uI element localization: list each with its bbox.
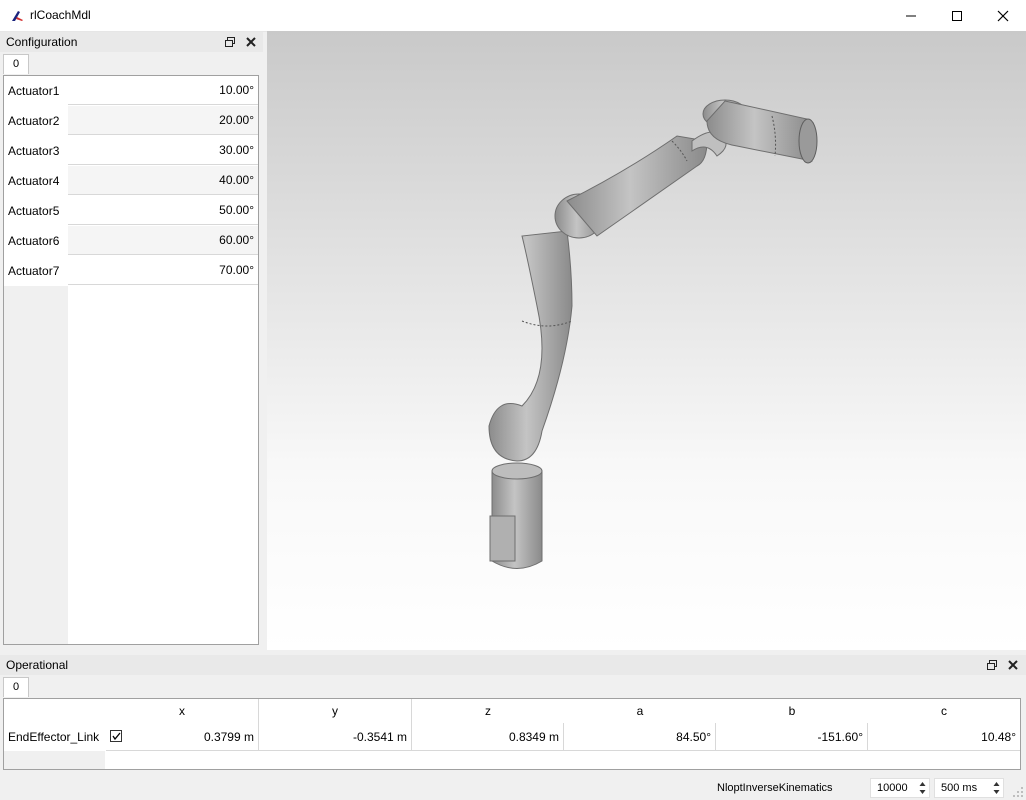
b-value[interactable]: -151.60° <box>716 723 868 751</box>
resize-grip-icon[interactable] <box>1012 786 1024 798</box>
configuration-tab[interactable]: 0 <box>3 54 29 74</box>
close-icon <box>997 10 1009 21</box>
iterations-spinbox[interactable]: 10000 <box>870 778 930 798</box>
configuration-table: Actuator1 10.00° Actuator2 20.00° Actuat… <box>3 75 259 645</box>
actuator-value[interactable]: 60.00° <box>68 226 258 255</box>
a-value[interactable]: 84.50° <box>564 723 716 751</box>
row-label: Actuator6 <box>4 226 68 256</box>
column-header-z[interactable]: z <box>412 699 565 723</box>
z-value[interactable]: 0.8349 m <box>412 723 564 751</box>
column-header-a[interactable]: a <box>564 699 717 723</box>
c-value[interactable]: 10.48° <box>868 723 1020 751</box>
duration-spinbox[interactable]: 500 ms <box>934 778 1004 798</box>
close-button[interactable] <box>980 0 1026 31</box>
operational-panel-title: Operational <box>6 658 69 672</box>
spin-arrows-icon[interactable] <box>993 781 1000 795</box>
row-label: Actuator5 <box>4 196 68 226</box>
row-label: Actuator2 <box>4 106 68 136</box>
row-label: Actuator7 <box>4 256 68 286</box>
table-row: Actuator1 10.00° <box>4 76 258 106</box>
actuator-value[interactable]: 50.00° <box>68 196 258 225</box>
table-row: Actuator7 70.00° <box>4 256 258 286</box>
float-icon[interactable] <box>224 36 236 48</box>
operational-panel-header: Operational <box>0 655 1026 675</box>
x-value-cell[interactable]: 0.3799 m <box>106 723 259 751</box>
maximize-button[interactable] <box>934 0 980 31</box>
checkmark-icon <box>112 732 121 741</box>
actuator-value[interactable]: 10.00° <box>68 76 258 105</box>
table-row: Actuator6 60.00° <box>4 226 258 256</box>
row-label: Actuator1 <box>4 76 68 106</box>
window-title: rlCoachMdl <box>30 8 91 22</box>
corner-header <box>4 699 105 723</box>
title-bar: rlCoachMdl <box>0 0 1026 32</box>
x-value: 0.3799 m <box>203 730 254 744</box>
operational-table: x y z a b c EndEffector_Link 0.3799 m -0… <box>3 698 1021 770</box>
column-header-y[interactable]: y <box>259 699 412 723</box>
table-row: Actuator2 20.00° <box>4 106 258 136</box>
actuator-value[interactable]: 40.00° <box>68 166 258 195</box>
operational-tab[interactable]: 0 <box>3 677 29 697</box>
configuration-panel-header: Configuration <box>0 32 263 52</box>
row-label: EndEffector_Link <box>4 723 105 751</box>
table-row: Actuator3 30.00° <box>4 136 258 166</box>
robot-arm-model <box>488 99 818 569</box>
column-header-x[interactable]: x <box>106 699 259 723</box>
close-panel-icon[interactable] <box>1007 659 1019 671</box>
iterations-value: 10000 <box>877 782 908 794</box>
spin-arrows-icon[interactable] <box>919 781 926 795</box>
duration-value: 500 ms <box>941 782 978 794</box>
actuator-value[interactable]: 70.00° <box>68 256 258 285</box>
configuration-panel-title: Configuration <box>6 35 78 49</box>
column-header-b[interactable]: b <box>716 699 869 723</box>
row-label: Actuator3 <box>4 136 68 166</box>
row-label: Actuator4 <box>4 166 68 196</box>
table-row: Actuator5 50.00° <box>4 196 258 226</box>
maximize-icon <box>952 10 962 21</box>
minimize-button[interactable] <box>888 0 934 31</box>
table-row: Actuator4 40.00° <box>4 166 258 196</box>
3d-viewport[interactable] <box>267 31 1026 650</box>
actuator-value[interactable]: 30.00° <box>68 136 258 165</box>
minimize-icon <box>906 15 916 16</box>
close-panel-icon[interactable] <box>245 36 257 48</box>
column-header-c[interactable]: c <box>868 699 1020 723</box>
float-icon[interactable] <box>986 659 998 671</box>
y-value[interactable]: -0.3541 m <box>259 723 412 751</box>
checkbox[interactable] <box>110 730 122 742</box>
ik-method-label: NloptInverseKinematics <box>717 782 833 794</box>
app-icon <box>12 11 23 21</box>
actuator-value[interactable]: 20.00° <box>68 106 258 135</box>
